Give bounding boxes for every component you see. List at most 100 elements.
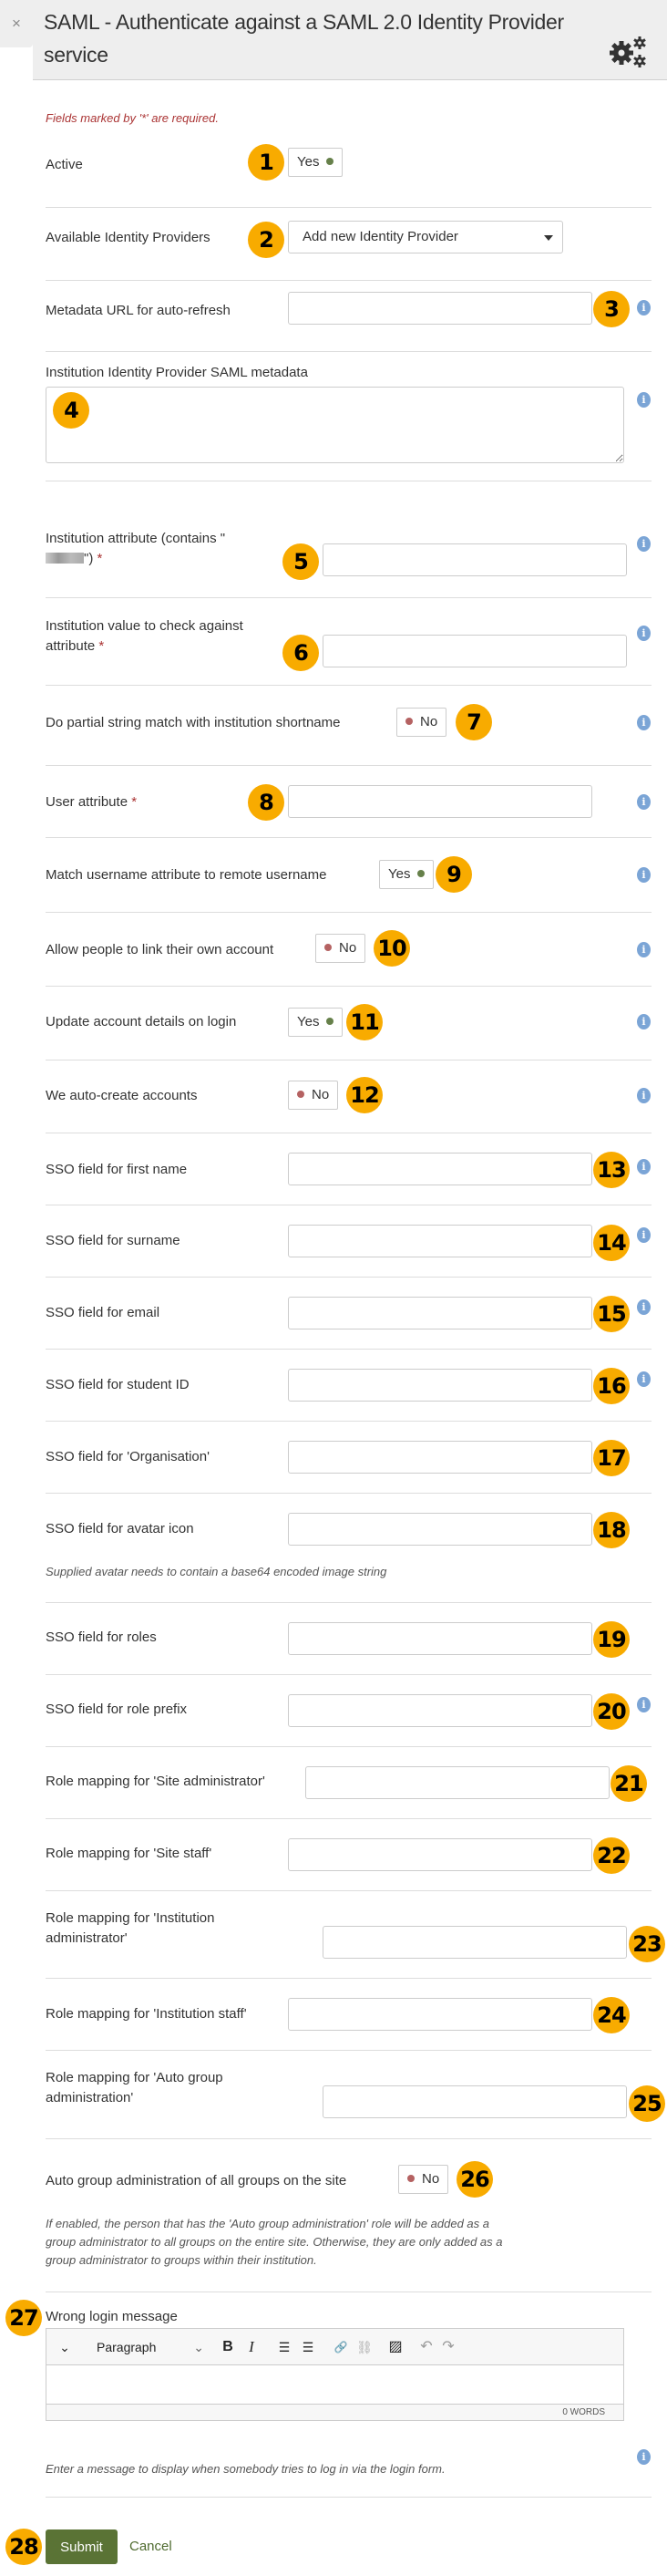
italic-button[interactable]: I [241,2329,262,2365]
unlink-button[interactable]: ⛓ [354,2329,375,2365]
institution-attribute-input[interactable] [323,543,627,576]
callout-badge: 2 [248,222,284,258]
active-toggle[interactable]: Yes [288,148,344,177]
editor-body[interactable] [46,2365,623,2404]
callout-badge: 6 [282,635,319,671]
redacted-text [46,553,84,564]
cancel-link[interactable]: Cancel [129,2539,172,2554]
link-button[interactable]: 🔗 [331,2329,351,2365]
sso-studentid-input[interactable] [288,1369,592,1402]
institution-value-input[interactable] [323,635,627,667]
info-icon[interactable]: i [637,942,651,957]
redo-button[interactable]: ↷ [438,2329,458,2365]
role-inststaff-input[interactable] [288,1998,592,2031]
close-button[interactable]: × [0,0,33,47]
row-sso-avatar: SSO field for avatar icon 18 Supplied av… [46,1494,652,1603]
row-user-attribute: User attribute * 8 i [46,766,652,838]
unlink-icon: ⛓ [356,2340,373,2354]
info-icon[interactable]: i [637,626,651,641]
info-icon[interactable]: i [637,1371,651,1387]
identity-providers-select[interactable]: Add new Identity Provider [288,221,563,253]
sso-roles-label: SSO field for roles [46,1629,157,1645]
numbered-list-button[interactable]: ☰ [298,2329,318,2365]
chevron-down-icon: ⌄ [193,2340,204,2354]
role-autogroup-input[interactable] [323,2085,627,2118]
toolbar-toggle-button[interactable]: ⌄ [56,2329,74,2365]
info-icon[interactable]: i [637,1159,651,1174]
image-button[interactable]: ▨ [385,2329,405,2365]
sso-surname-input[interactable] [288,1225,592,1257]
partial-match-toggle[interactable]: No [396,708,447,737]
auto-create-toggle[interactable]: No [288,1081,339,1110]
callout-badge: 18 [593,1512,630,1548]
required-marker: * [97,551,103,566]
bold-button[interactable]: B [218,2329,238,2365]
sso-firstname-input[interactable] [288,1153,592,1185]
gears-icon[interactable] [609,36,649,67]
toggle-off-dot [324,944,332,951]
toggle-value: Yes [297,154,320,170]
toggle-off-dot [407,2175,415,2182]
format-select[interactable]: Paragraph ⌄ [87,2329,206,2365]
info-icon[interactable]: i [637,392,651,408]
sso-organisation-input[interactable] [288,1441,592,1474]
sso-roles-input[interactable] [288,1622,592,1655]
wrong-login-help: Enter a message to display when somebody… [46,2462,446,2476]
role-inststaff-label: Role mapping for 'Institution staff' [46,2006,247,2022]
info-icon[interactable]: i [637,794,651,810]
partial-match-label: Do partial string match with institution… [46,715,341,730]
callout-badge: 21 [611,1765,647,1802]
update-details-toggle[interactable]: Yes [288,1008,344,1037]
role-siteadmin-label: Role mapping for 'Site administrator' [46,1774,265,1789]
info-icon[interactable]: i [637,536,651,552]
sso-avatar-input[interactable] [288,1513,592,1546]
info-icon[interactable]: i [637,1697,651,1712]
role-autogroup-label: Role mapping for 'Auto group administrati… [46,2070,223,2105]
callout-badge: 24 [593,1997,630,2033]
link-account-toggle[interactable]: No [315,934,366,963]
select-value: Add new Identity Provider [303,229,458,244]
submit-button[interactable]: Submit [46,2529,118,2564]
sso-email-label: SSO field for email [46,1305,160,1320]
row-sso-surname: SSO field for surname 14 i [46,1205,652,1278]
metadata-url-label: Metadata URL for auto-refresh [46,303,231,318]
sso-roleprefix-input[interactable] [288,1694,592,1727]
required-marker: * [131,794,138,810]
role-sitestaff-input[interactable] [288,1838,592,1871]
undo-button[interactable]: ↶ [416,2329,436,2365]
toggle-value: Yes [297,1014,320,1029]
info-icon[interactable]: i [637,300,651,316]
toggle-value: No [339,940,357,956]
toggle-value: No [420,714,438,729]
info-icon[interactable]: i [637,1088,651,1103]
bullet-list-button[interactable]: ☰ [274,2329,294,2365]
metadata-url-input[interactable] [288,292,592,325]
callout-badge: 8 [248,784,284,821]
sso-email-input[interactable] [288,1297,592,1329]
required-fields-note: Fields marked by '*' are required. [46,111,219,125]
info-icon[interactable]: i [637,2449,651,2465]
info-icon[interactable]: i [637,1227,651,1243]
redo-icon: ↷ [442,2339,455,2354]
autogroup-all-label: Auto group administration of all groups … [46,2173,347,2188]
info-icon[interactable]: i [637,1299,651,1315]
info-icon[interactable]: i [637,867,651,883]
info-icon[interactable]: i [637,1014,651,1029]
autogroup-all-toggle[interactable]: No [398,2165,449,2194]
role-siteadmin-input[interactable] [305,1766,610,1799]
user-attribute-input[interactable] [288,785,592,818]
row-sso-roles: SSO field for roles 19 [46,1603,652,1675]
saml-metadata-textarea[interactable] [46,387,624,463]
user-attribute-label: User attribute * [46,794,138,810]
active-label: Active [46,157,83,172]
row-institution-value: Institution value to check against attrib… [46,598,652,686]
row-role-inststaff: Role mapping for 'Institution staff' 24 [46,1979,652,2051]
role-instadmin-input[interactable] [323,1926,627,1959]
sso-organisation-label: SSO field for 'Organisation' [46,1449,210,1464]
toggle-value: Yes [388,866,411,882]
match-username-toggle[interactable]: Yes [379,860,435,889]
toggle-value: No [312,1087,330,1102]
callout-badge: 27 [5,2300,42,2336]
info-icon[interactable]: i [637,715,651,730]
callout-badge: 28 [5,2529,42,2565]
